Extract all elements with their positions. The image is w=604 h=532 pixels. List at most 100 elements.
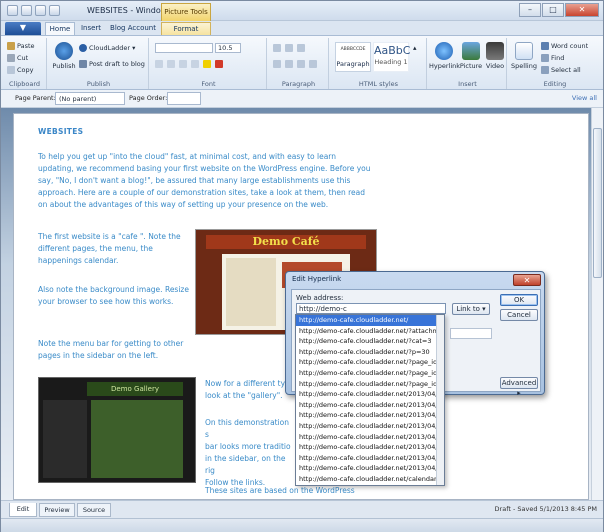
tab-blog-account[interactable]: Blog Account: [107, 22, 159, 35]
bold-icon[interactable]: [155, 60, 163, 68]
paragraph-gallery-detail: On this demonstration s bar looks more tr…: [205, 418, 291, 487]
gallery-image-sidebar: [43, 400, 87, 478]
cancel-button[interactable]: Cancel: [500, 309, 538, 321]
font-color-icon[interactable]: [215, 60, 223, 68]
hidden-field[interactable]: [450, 328, 492, 339]
style-scroll-arrows[interactable]: ▴: [413, 44, 417, 52]
list-item[interactable]: http://demo-cafe.cloudladder.net/2013/04…: [296, 410, 444, 421]
ok-button[interactable]: OK: [500, 294, 538, 306]
tab-insert[interactable]: Insert: [77, 22, 105, 35]
strikethrough-icon[interactable]: [191, 60, 199, 68]
paste-button[interactable]: Paste: [7, 42, 35, 50]
font-family-combo[interactable]: [155, 43, 213, 53]
paragraph-menu: Note the menu bar for getting to other p…: [38, 339, 184, 360]
align-right-icon[interactable]: [297, 60, 305, 68]
group-paragraph: Paragraph: [269, 38, 329, 89]
ribbon-tabs: ▼ Home Insert Blog Account Format: [1, 21, 603, 35]
justify-icon[interactable]: [309, 60, 317, 68]
paragraph-intro: To help you get up "into the cloud" fast…: [38, 152, 371, 209]
link-to-button[interactable]: Link to ▾: [452, 303, 490, 315]
find-button[interactable]: Find: [541, 54, 564, 62]
list-scrollbar[interactable]: [436, 315, 444, 485]
chevron-down-icon: ▾: [132, 44, 136, 52]
publish-button[interactable]: Publish: [52, 62, 76, 70]
page-parent-label: Page Parent:: [15, 94, 56, 102]
picture-button[interactable]: Picture: [457, 62, 485, 70]
font-format-buttons: [155, 60, 223, 68]
list-item[interactable]: http://demo-cafe.cloudladder.net/2013/04…: [296, 400, 444, 411]
list-item[interactable]: http://demo-cafe.cloudladder.net/2013/04…: [296, 442, 444, 453]
ribbon: Paste Cut Copy Clipboard Publish CloudLa…: [1, 35, 603, 90]
cut-button[interactable]: Cut: [7, 54, 28, 62]
gallery-image-title: Demo Gallery: [87, 382, 183, 396]
minimize-button[interactable]: –: [519, 3, 541, 17]
align-center-icon[interactable]: [285, 60, 293, 68]
scrollbar-thumb[interactable]: [593, 128, 602, 278]
maximize-button[interactable]: □: [542, 3, 564, 17]
word-count-button[interactable]: Word count: [541, 42, 588, 50]
view-all-link[interactable]: View all: [572, 94, 597, 102]
group-html-styles: ABBBCCDE Paragraph AaBbC Heading 1 ▴ HTML …: [331, 38, 427, 89]
undo-icon[interactable]: [35, 5, 46, 16]
redo-icon[interactable]: [49, 5, 60, 16]
vertical-scrollbar[interactable]: [591, 108, 603, 500]
advanced-button[interactable]: Advanced ▸: [500, 377, 538, 397]
app-icon[interactable]: [7, 5, 18, 16]
hyperlink-button[interactable]: Hyperlink: [429, 62, 460, 70]
list-item[interactable]: http://demo-cafe.cloudladder.net/?page_i…: [296, 368, 444, 379]
chevron-up-icon: ▴: [413, 44, 417, 52]
list-item[interactable]: http://demo-cafe.cloudladder.net/2013/04…: [296, 432, 444, 443]
dialog-close-button[interactable]: ✕: [513, 274, 541, 286]
page-parent-select[interactable]: (No parent): [55, 92, 125, 105]
list-item[interactable]: http://demo-cafe.cloudladder.net/2013/04…: [296, 463, 444, 474]
spelling-button[interactable]: Spelling: [509, 62, 539, 70]
web-address-label: Web address:: [296, 294, 344, 302]
wordpress-icon: [79, 44, 87, 52]
editor-mode-bar: Edit Preview Source Draft - Saved 5/1/20…: [1, 500, 603, 518]
list-item[interactable]: http://demo-cafe.cloudladder.net/?page_i…: [296, 379, 444, 390]
highlight-icon[interactable]: [203, 60, 211, 68]
tab-home[interactable]: Home: [45, 22, 75, 35]
page-order-input[interactable]: [167, 92, 201, 105]
gallery-image-content: [91, 400, 183, 478]
list-item[interactable]: http://demo-cafe.cloudladder.net/?p=30: [296, 347, 444, 358]
underline-icon[interactable]: [179, 60, 187, 68]
style-heading-1[interactable]: AaBbC Heading 1: [373, 42, 410, 72]
gallery-screenshot-image[interactable]: Demo Gallery: [38, 377, 196, 483]
italic-icon[interactable]: [167, 60, 175, 68]
list-item[interactable]: http://demo-cafe.cloudladder.net/2013/04…: [296, 453, 444, 464]
tab-source[interactable]: Source: [77, 503, 111, 517]
blog-account-selector[interactable]: CloudLadder ▾: [79, 44, 135, 52]
copy-button[interactable]: Copy: [7, 66, 34, 74]
list-item[interactable]: http://demo-cafe.cloudladder.net/calenda…: [296, 474, 444, 485]
web-address-input[interactable]: http://demo-c: [296, 303, 446, 314]
bullets-icon[interactable]: [273, 44, 281, 52]
align-left-icon[interactable]: [273, 60, 281, 68]
list-item[interactable]: http://demo-cafe.cloudladder.net/?page_i…: [296, 357, 444, 368]
video-button[interactable]: Video: [483, 62, 507, 70]
save-icon[interactable]: [21, 5, 32, 16]
blockquote-icon[interactable]: [297, 44, 305, 52]
tab-preview[interactable]: Preview: [39, 503, 75, 517]
cafe-image-sidebar: [226, 258, 276, 326]
tab-format[interactable]: Format: [161, 22, 211, 35]
style-paragraph[interactable]: ABBBCCDE Paragraph: [335, 42, 371, 72]
tab-edit[interactable]: Edit: [9, 503, 37, 517]
font-size-combo[interactable]: 10.5: [215, 43, 241, 53]
title-bar: WEBSITES - Windows Live ... Picture Tool…: [1, 1, 603, 21]
numbering-icon[interactable]: [285, 44, 293, 52]
select-all-button[interactable]: Select all: [541, 66, 581, 74]
status-bar: [1, 518, 603, 532]
list-item[interactable]: http://demo-cafe.cloudladder.net/?cat=3: [296, 336, 444, 347]
url-suggestion-list[interactable]: http://demo-cafe.cloudladder.net/ http:/…: [295, 314, 445, 486]
select-all-icon: [541, 66, 549, 74]
close-button[interactable]: ✕: [565, 3, 599, 17]
app-menu-button[interactable]: ▼: [5, 22, 41, 35]
list-item[interactable]: http://demo-cafe.cloudladder.net/: [296, 315, 444, 326]
draft-icon: [79, 60, 87, 68]
list-item[interactable]: http://demo-cafe.cloudladder.net/2013/04…: [296, 389, 444, 400]
list-item[interactable]: http://demo-cafe.cloudladder.net/2013/04…: [296, 421, 444, 432]
group-label: Editing: [543, 80, 567, 88]
post-draft-button[interactable]: Post draft to blog: [79, 60, 145, 68]
list-item[interactable]: http://demo-cafe.cloudladder.net/?attach…: [296, 326, 444, 337]
